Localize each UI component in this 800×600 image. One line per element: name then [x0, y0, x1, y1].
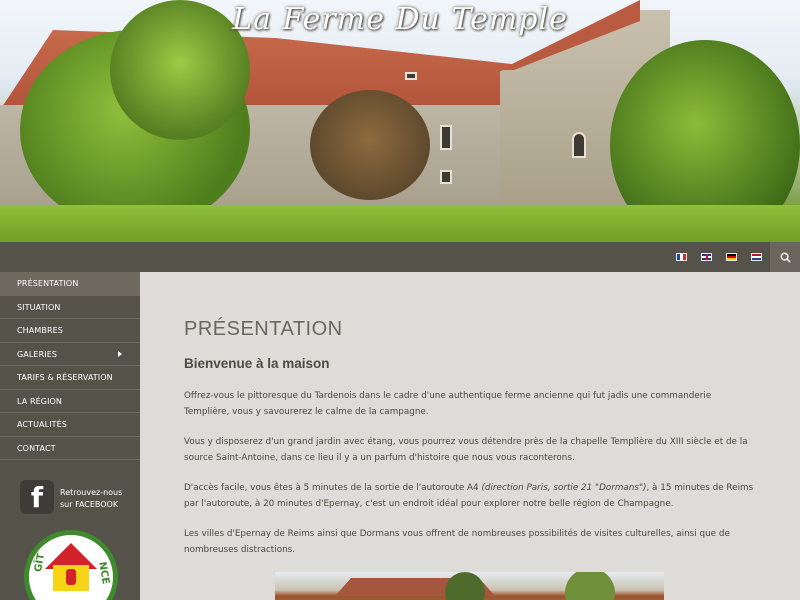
flag-uk-icon[interactable]	[701, 253, 712, 261]
facebook-text: Retrouvez-nous sur FACEBOOK	[60, 487, 135, 511]
photo-tree	[565, 572, 615, 600]
sidebar-item-chambres[interactable]: CHAMBRES	[0, 319, 140, 343]
flag-germany-icon[interactable]	[726, 253, 737, 261]
sidebar-item-situation[interactable]: SITUATION	[0, 296, 140, 319]
site-title[interactable]: La Ferme Du Temple	[0, 2, 800, 37]
photo-tree	[445, 572, 485, 600]
sidebar-item-galeries[interactable]: GALERIES	[0, 343, 140, 366]
facebook-line2: sur FACEBOOK	[60, 500, 119, 509]
paragraph: Vous y disposerez d'un grand jardin avec…	[184, 437, 748, 463]
paragraph: D'accès facile, vous êtes à 5 minutes de…	[184, 481, 754, 512]
tree	[310, 90, 430, 200]
window	[440, 170, 452, 184]
facebook-icon: f	[20, 480, 54, 514]
facebook-line1: Retrouvez-nous	[60, 488, 123, 497]
search-icon	[780, 252, 791, 263]
header-photo: La Ferme Du Temple	[0, 0, 800, 242]
section-subtitle: Bienvenue à la maison	[184, 356, 330, 371]
top-nav-bar	[0, 242, 800, 272]
logo-text-left: GÎT	[33, 552, 48, 573]
main-content: PRÉSENTATION Bienvenue à la maison Offre…	[140, 272, 800, 600]
sidebar-item-region[interactable]: LA RÉGION	[0, 390, 140, 413]
chevron-right-icon	[118, 350, 122, 357]
paragraph: Les villes d'Epernay de Reims ainsi que …	[184, 529, 730, 555]
flag-france-icon[interactable]	[676, 253, 687, 261]
language-switcher	[676, 253, 762, 261]
paragraph-text: D'accès facile, vous êtes à 5 minutes de…	[184, 483, 482, 493]
content-photo[interactable]	[275, 572, 664, 600]
logo-figure	[66, 569, 76, 585]
sidebar-item-actualites[interactable]: ACTUALITÉS	[0, 413, 140, 437]
sidebar-item-tarifs[interactable]: TARIFS & RÉSERVATION	[0, 366, 140, 390]
paragraph: Offrez-vous le pittoresque du Tardenois …	[184, 391, 712, 417]
logo-text-right: NCE	[96, 561, 111, 586]
lawn	[0, 205, 800, 242]
flag-netherlands-icon[interactable]	[751, 253, 762, 261]
window	[440, 125, 452, 150]
sidebar-item-contact[interactable]: CONTACT	[0, 437, 140, 460]
facebook-link[interactable]: f Retrouvez-nous sur FACEBOOK	[20, 480, 135, 520]
page-title: PRÉSENTATION	[184, 318, 343, 340]
roof-window	[405, 72, 417, 80]
paragraph-italic: (direction Paris, sortie 21 "Dormans")	[481, 483, 647, 493]
search-button[interactable]	[770, 242, 800, 272]
gites-de-france-logo[interactable]: GÎT NCE	[24, 530, 118, 600]
sidebar-item-label: GALERIES	[17, 349, 58, 359]
sidebar-item-presentation[interactable]: PRÉSENTATION	[0, 272, 140, 296]
chapel-window	[572, 132, 586, 158]
sidebar: PRÉSENTATION SITUATION CHAMBRES GALERIES…	[0, 272, 140, 600]
